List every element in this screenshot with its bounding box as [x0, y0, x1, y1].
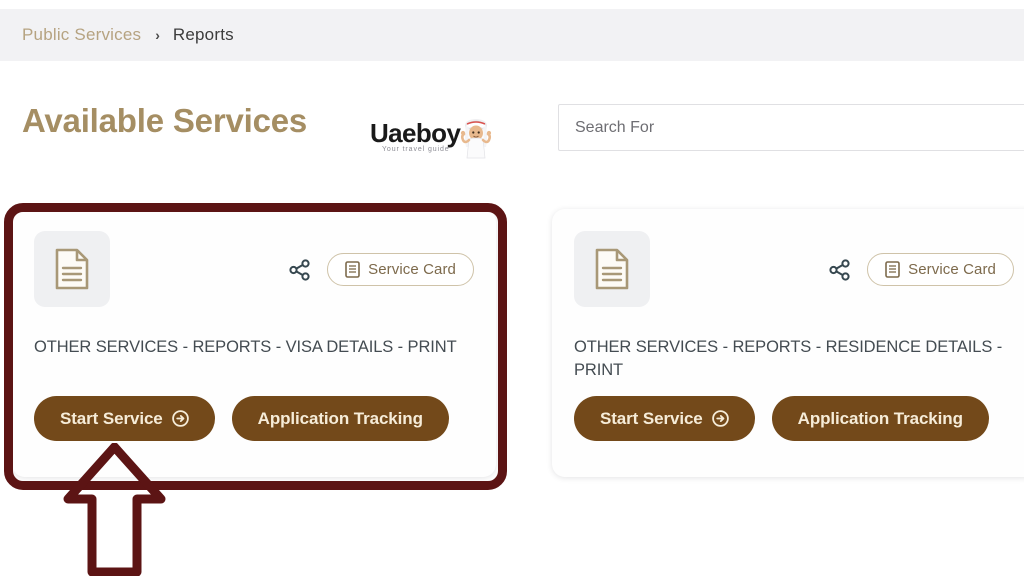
card-actions: Service Card	[289, 253, 474, 286]
breadcrumb: Public Services › Reports	[0, 9, 1024, 61]
breadcrumb-item-public-services[interactable]: Public Services	[22, 25, 141, 45]
page-title: Available Services	[22, 102, 308, 139]
emirati-boy-mascot-icon	[460, 119, 492, 159]
application-tracking-button[interactable]: Application Tracking	[231, 396, 449, 441]
service-card-list: Service Card OTHER SERVICES - REPORTS - …	[12, 209, 1024, 477]
service-card-button[interactable]: Service Card	[867, 253, 1014, 286]
search-input[interactable]	[558, 104, 1024, 151]
card-actions: Service Card	[829, 253, 1014, 286]
card-header: Service Card	[574, 231, 1014, 307]
card-header: Service Card	[34, 231, 474, 307]
card-button-group: Start Service Application Tracking	[574, 396, 989, 441]
application-tracking-label: Application Tracking	[257, 408, 423, 428]
service-card-label: Service Card	[908, 261, 996, 278]
service-card-button[interactable]: Service Card	[327, 253, 474, 286]
start-service-button[interactable]: Start Service	[34, 396, 215, 441]
card-document-icon	[885, 261, 900, 278]
breadcrumb-item-reports[interactable]: Reports	[173, 25, 234, 45]
document-icon	[34, 231, 110, 307]
document-icon	[574, 231, 650, 307]
logo-wordmark: Uaeboy	[370, 118, 461, 148]
service-card-item[interactable]: Service Card OTHER SERVICES - REPORTS - …	[552, 209, 1024, 477]
service-card-title: OTHER SERVICES - REPORTS - RESIDENCE DET…	[574, 338, 1003, 380]
share-icon[interactable]	[829, 258, 851, 281]
service-card-item[interactable]: Service Card OTHER SERVICES - REPORTS - …	[12, 209, 496, 477]
start-service-label: Start Service	[600, 408, 703, 428]
arrow-right-circle-icon	[171, 410, 189, 427]
breadcrumb-separator-icon: ›	[155, 27, 160, 43]
arrow-right-circle-icon	[711, 410, 729, 427]
start-service-button[interactable]: Start Service	[574, 396, 755, 441]
document-glyph-icon	[595, 248, 629, 290]
uaeboy-logo: Uaeboy Your travel guide	[344, 116, 496, 164]
document-glyph-icon	[55, 248, 89, 290]
application-tracking-button[interactable]: Application Tracking	[771, 396, 989, 441]
share-icon[interactable]	[289, 258, 311, 281]
card-button-group: Start Service Application Tracking	[34, 396, 449, 441]
logo-tagline: Your travel guide	[382, 146, 450, 153]
application-tracking-label: Application Tracking	[797, 408, 963, 428]
card-document-icon	[345, 261, 360, 278]
service-card-title: OTHER SERVICES - REPORTS - VISA DETAILS …	[34, 338, 457, 356]
service-card-label: Service Card	[368, 261, 456, 278]
start-service-label: Start Service	[60, 408, 163, 428]
